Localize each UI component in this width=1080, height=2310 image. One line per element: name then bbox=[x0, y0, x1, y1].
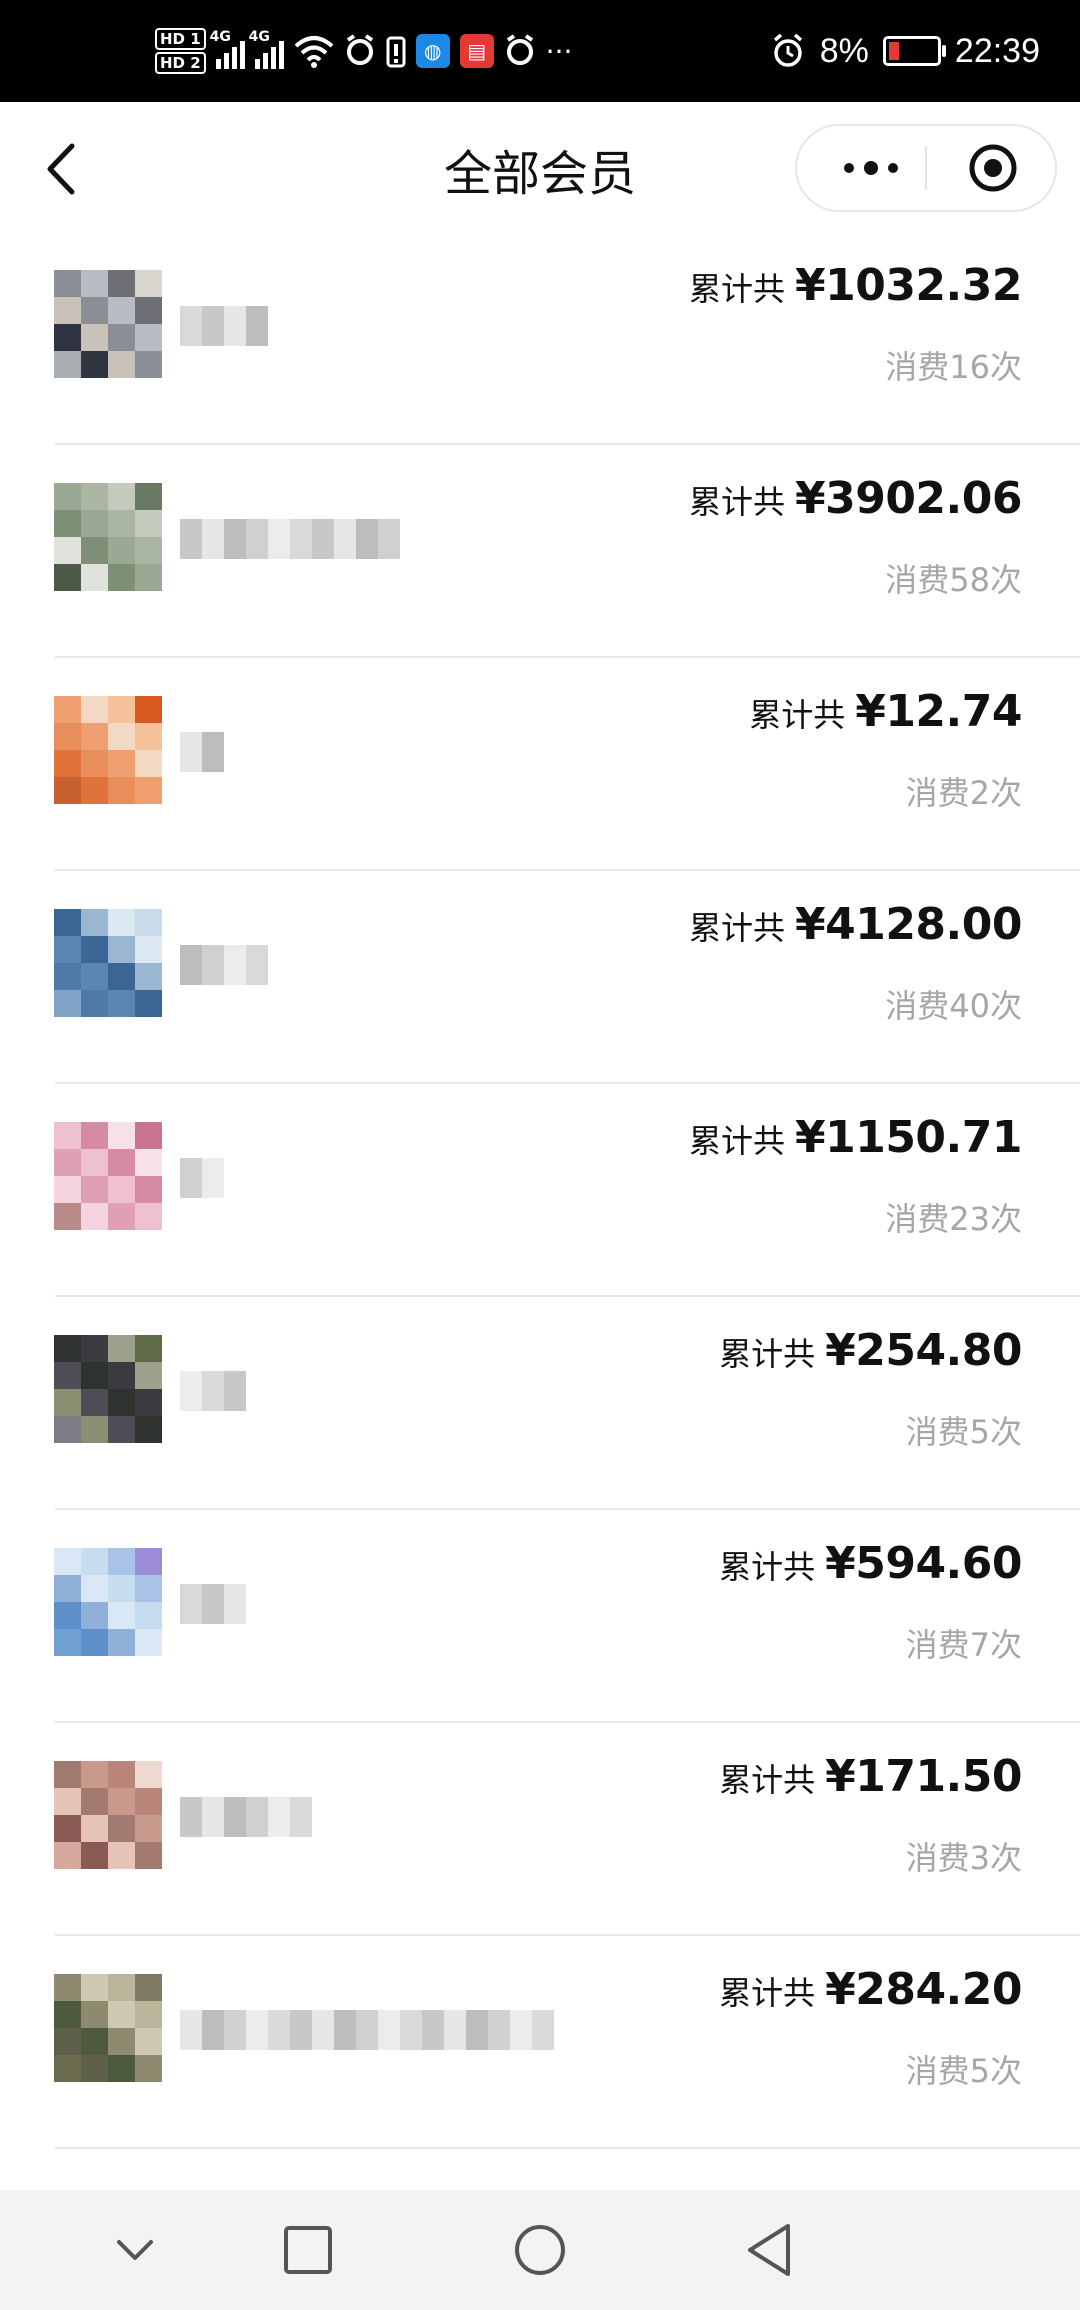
purchase-count: 消费5次 bbox=[905, 2052, 1022, 2090]
purchase-count: 消费7次 bbox=[905, 1626, 1022, 1664]
purchase-count: 消费5次 bbox=[905, 1413, 1022, 1451]
status-left: HD 1 HD 2 4G 4G ◍ ▤ ··· bbox=[155, 26, 572, 76]
capsule-divider bbox=[925, 146, 927, 190]
member-row[interactable]: 累计共 ¥3902.06 消费58次 bbox=[0, 445, 1080, 658]
total-amount: ¥254.80 bbox=[825, 1325, 1022, 1376]
avatar bbox=[54, 909, 162, 1017]
total-spent: 累计共 ¥171.50 bbox=[719, 1751, 1022, 1802]
total-label: 累计共 bbox=[719, 1548, 816, 1586]
total-label: 累计共 bbox=[688, 270, 785, 308]
total-label: 累计共 bbox=[719, 1761, 816, 1799]
member-row[interactable]: 累计共 ¥594.60 消费7次 bbox=[0, 1510, 1080, 1723]
avatar bbox=[54, 483, 162, 591]
purchase-count: 消费16次 bbox=[885, 348, 1022, 386]
member-row[interactable]: 累计共 ¥284.20 消费5次 bbox=[0, 1936, 1080, 2149]
hd-indicator: HD 1 HD 2 bbox=[155, 27, 206, 75]
total-amount: ¥4128.00 bbox=[794, 899, 1023, 950]
clock-time: 22:39 bbox=[954, 31, 1040, 70]
member-row[interactable]: 累计共 ¥254.80 消费5次 bbox=[0, 1297, 1080, 1510]
alarm-icon bbox=[773, 33, 802, 67]
member-name-redacted bbox=[180, 732, 224, 772]
book-app-icon: ▤ bbox=[459, 34, 494, 68]
avatar bbox=[54, 696, 162, 804]
total-amount: ¥171.50 bbox=[825, 1751, 1022, 1802]
avatar bbox=[54, 1761, 162, 1869]
total-label: 累计共 bbox=[719, 1335, 816, 1373]
member-name-redacted bbox=[180, 1584, 246, 1624]
member-row[interactable]: 累计共 ¥171.50 消费3次 bbox=[0, 1723, 1080, 1936]
alarm-clock-icon bbox=[346, 34, 373, 65]
home-icon[interactable] bbox=[510, 2220, 570, 2280]
total-spent: 累计共 ¥594.60 bbox=[719, 1538, 1022, 1589]
member-name-redacted bbox=[180, 945, 268, 985]
total-spent: 累计共 ¥1032.32 bbox=[688, 260, 1023, 311]
total-label: 累计共 bbox=[749, 696, 846, 734]
member-name-redacted bbox=[180, 306, 268, 346]
back-triangle-icon[interactable] bbox=[740, 2220, 800, 2280]
system-navigation-bar bbox=[0, 2190, 1080, 2310]
total-amount: ¥1032.32 bbox=[794, 260, 1023, 311]
battery-icon bbox=[882, 36, 946, 66]
total-spent: 累计共 ¥284.20 bbox=[719, 1964, 1022, 2015]
purchase-count: 消费40次 bbox=[885, 987, 1022, 1025]
total-amount: ¥12.74 bbox=[855, 686, 1022, 737]
total-spent: 累计共 ¥12.74 bbox=[749, 686, 1022, 737]
total-spent: 累计共 ¥3902.06 bbox=[688, 473, 1023, 524]
signal-icon: 4G bbox=[210, 29, 245, 69]
total-label: 累计共 bbox=[719, 1974, 816, 2012]
purchase-count: 消费2次 bbox=[905, 774, 1022, 812]
total-amount: ¥284.20 bbox=[825, 1964, 1022, 2015]
total-label: 累计共 bbox=[688, 1122, 785, 1160]
status-right: 8% 22:39 bbox=[770, 26, 1040, 76]
wifi-icon bbox=[294, 36, 333, 68]
row-divider bbox=[55, 2147, 1080, 2149]
member-name-redacted bbox=[180, 519, 400, 559]
net2-label: 4G bbox=[248, 29, 270, 45]
avatar bbox=[54, 1335, 162, 1443]
member-name-redacted bbox=[180, 1158, 224, 1198]
total-spent: 累计共 ¥1150.71 bbox=[688, 1112, 1023, 1163]
purchase-count: 消费23次 bbox=[885, 1200, 1022, 1238]
recent-apps-icon[interactable] bbox=[278, 2220, 338, 2280]
member-row[interactable]: 累计共 ¥12.74 消费2次 bbox=[0, 658, 1080, 871]
member-name-redacted bbox=[180, 1797, 312, 1837]
hd1-label: HD 1 bbox=[155, 28, 206, 50]
member-name-redacted bbox=[180, 1371, 246, 1411]
total-amount: ¥1150.71 bbox=[794, 1112, 1023, 1163]
total-spent: 累计共 ¥254.80 bbox=[719, 1325, 1022, 1376]
alarm-clock-icon-2 bbox=[506, 34, 533, 65]
member-list: 累计共 ¥1032.32 消费16次 累计共 ¥3902.06 消费58次 累计共 ¥12.7… bbox=[0, 232, 1080, 2149]
member-row[interactable]: 累计共 ¥1150.71 消费23次 bbox=[0, 1084, 1080, 1297]
net1-label: 4G bbox=[209, 29, 231, 45]
avatar bbox=[54, 270, 162, 378]
more-notifications: ··· bbox=[545, 34, 573, 68]
avatar bbox=[54, 1548, 162, 1656]
purchase-count: 消费3次 bbox=[905, 1839, 1022, 1877]
signal-icon-2: 4G bbox=[249, 29, 284, 69]
battery-alert-icon bbox=[386, 36, 406, 68]
member-name-redacted bbox=[180, 2010, 554, 2050]
purchase-count: 消费58次 bbox=[885, 561, 1022, 599]
status-bar: HD 1 HD 2 4G 4G ◍ ▤ ··· 8% 22:39 bbox=[0, 0, 1080, 102]
mini-program-capsule bbox=[795, 124, 1057, 212]
chevron-down-icon[interactable] bbox=[105, 2220, 165, 2280]
total-spent: 累计共 ¥4128.00 bbox=[688, 899, 1023, 950]
total-label: 累计共 bbox=[688, 909, 785, 947]
member-row[interactable]: 累计共 ¥4128.00 消费40次 bbox=[0, 871, 1080, 1084]
browser-app-icon: ◍ bbox=[415, 34, 450, 68]
close-target-icon[interactable] bbox=[967, 142, 1019, 194]
battery-percent: 8% bbox=[819, 31, 869, 70]
avatar bbox=[54, 1122, 162, 1230]
total-label: 累计共 bbox=[688, 483, 785, 521]
avatar bbox=[54, 1974, 162, 2082]
total-amount: ¥594.60 bbox=[825, 1538, 1022, 1589]
total-amount: ¥3902.06 bbox=[794, 473, 1023, 524]
hd2-label: HD 2 bbox=[155, 52, 206, 74]
more-menu-icon[interactable] bbox=[831, 126, 911, 210]
navigation-bar: 全部会员 bbox=[0, 102, 1080, 232]
member-row[interactable]: 累计共 ¥1032.32 消费16次 bbox=[0, 232, 1080, 445]
